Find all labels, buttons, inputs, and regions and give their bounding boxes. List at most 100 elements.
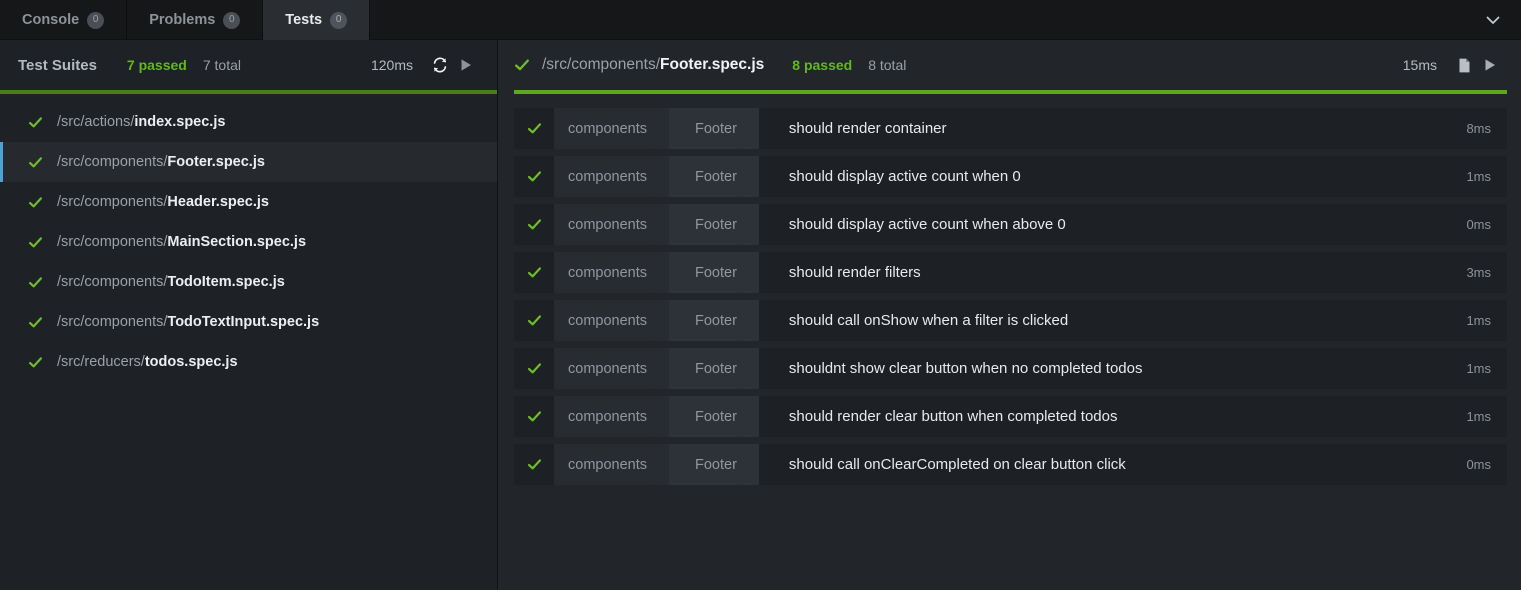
- test-breadcrumb-suite-label: components: [568, 121, 647, 137]
- test-row[interactable]: componentsFootershould call onClearCompl…: [514, 444, 1507, 485]
- tab-console[interactable]: Console 0: [0, 0, 127, 40]
- test-breadcrumb-suite: components: [554, 444, 669, 485]
- test-breadcrumb-suite: components: [554, 108, 669, 149]
- test-duration: 1ms: [1466, 313, 1507, 328]
- test-breadcrumb-describe-label: Footer: [695, 361, 737, 377]
- test-duration: 8ms: [1466, 121, 1507, 136]
- test-breadcrumb-suite: components: [554, 300, 669, 341]
- test-breadcrumb-describe: Footer: [669, 348, 759, 389]
- test-runner-panel: Console 0 Problems 0 Tests 0 Test Suites…: [0, 0, 1521, 590]
- test-breadcrumb-describe: Footer: [669, 300, 759, 341]
- collapse-panel-button[interactable]: [1465, 0, 1521, 39]
- test-row[interactable]: components Footer should render container8…: [514, 108, 1507, 149]
- suite-filename: Footer.spec.js: [167, 154, 265, 170]
- test-status-check-icon: [514, 313, 554, 328]
- test-row[interactable]: componentsFootershould display active co…: [514, 156, 1507, 197]
- test-name: should display active count when above 0: [759, 216, 1467, 233]
- test-breadcrumb-suite: components: [554, 156, 669, 197]
- suite-dir: /src/components/: [57, 274, 167, 290]
- test-breadcrumb-suite-label: components: [568, 409, 647, 425]
- test-breadcrumb-suite-label: components: [568, 457, 647, 473]
- suite-dir: /src/actions/: [57, 114, 134, 130]
- test-breadcrumb-describe: Footer: [669, 444, 759, 485]
- suite-status-check-icon: [28, 195, 43, 210]
- test-duration: 0ms: [1466, 457, 1507, 472]
- test-breadcrumb-suite-label: components: [568, 361, 647, 377]
- suite-status-check-icon: [28, 115, 43, 130]
- tab-problems-badge: 0: [223, 12, 240, 29]
- tab-console-label: Console: [22, 12, 79, 28]
- suite-status-check-icon: [28, 235, 43, 250]
- test-breadcrumb-suite-label: components: [568, 169, 647, 185]
- test-status-check-icon: [514, 409, 554, 424]
- tab-tests[interactable]: Tests 0: [263, 0, 370, 40]
- suite-row[interactable]: /src/components/TodoTextInput.spec.js: [0, 302, 497, 342]
- suite-status-check-icon: [28, 355, 43, 370]
- tests-duration: 15ms: [1403, 57, 1437, 73]
- refresh-icon: [431, 56, 449, 74]
- suite-filename: todos.spec.js: [145, 354, 238, 370]
- play-icon: [458, 57, 474, 73]
- test-status-check-icon: [514, 265, 554, 280]
- chevron-down-icon: [1483, 10, 1503, 30]
- test-duration: 3ms: [1466, 265, 1507, 280]
- suites-progress-bar: [0, 90, 497, 94]
- test-breadcrumb-suite: components: [554, 204, 669, 245]
- test-duration: 1ms: [1466, 169, 1507, 184]
- test-duration: 0ms: [1466, 217, 1507, 232]
- suite-status-check-icon: [514, 57, 530, 73]
- run-suite-button[interactable]: [1477, 52, 1503, 78]
- test-name: shouldnt show clear button when no compl…: [759, 360, 1467, 377]
- suite-row[interactable]: /src/components/TodoItem.spec.js: [0, 262, 497, 302]
- run-all-suites-button[interactable]: [453, 52, 479, 78]
- suite-path: /src/components/MainSection.spec.js: [57, 234, 306, 250]
- suite-row[interactable]: /src/reducers/todos.spec.js: [0, 342, 497, 382]
- tab-problems-label: Problems: [149, 12, 215, 28]
- test-row[interactable]: componentsFootershould render filters3ms: [514, 252, 1507, 293]
- suite-row[interactable]: /src/components/MainSection.spec.js: [0, 222, 497, 262]
- test-name: should render container: [759, 120, 1467, 137]
- suite-path: /src/components/Footer.spec.js: [57, 154, 265, 170]
- suite-filename: TodoTextInput.spec.js: [167, 314, 319, 330]
- suite-status-check-icon: [28, 155, 43, 170]
- test-status-check-icon: [514, 121, 554, 136]
- test-breadcrumb-describe-label: Footer: [695, 313, 737, 329]
- open-file-button[interactable]: [1451, 52, 1477, 78]
- test-breadcrumb-suite: components: [554, 348, 669, 389]
- test-breadcrumb-suite: components: [554, 252, 669, 293]
- tab-console-badge: 0: [87, 12, 104, 29]
- test-duration: 1ms: [1466, 361, 1507, 376]
- suite-path: /src/actions/index.spec.js: [57, 114, 225, 130]
- test-breadcrumb-describe-label: Footer: [695, 409, 737, 425]
- current-suite-dir: /src/components/: [542, 56, 660, 73]
- suite-path: /src/components/Header.spec.js: [57, 194, 269, 210]
- suite-row[interactable]: /src/components/Footer.spec.js: [0, 142, 497, 182]
- suite-filename: index.spec.js: [134, 114, 225, 130]
- test-breadcrumb-describe-label: Footer: [695, 217, 737, 233]
- suite-dir: /src/components/: [57, 194, 167, 210]
- test-row[interactable]: componentsFootershould call onShow when …: [514, 300, 1507, 341]
- suite-path: /src/reducers/todos.spec.js: [57, 354, 238, 370]
- tab-tests-badge: 0: [330, 12, 347, 29]
- refresh-button[interactable]: [427, 52, 453, 78]
- test-name: should render clear button when complete…: [759, 408, 1467, 425]
- suite-filename: TodoItem.spec.js: [167, 274, 284, 290]
- suites-duration: 120ms: [371, 57, 413, 73]
- test-breadcrumb-suite-label: components: [568, 217, 647, 233]
- test-row[interactable]: components Footer should render clear butt…: [514, 396, 1507, 437]
- suite-row[interactable]: /src/actions/index.spec.js: [0, 102, 497, 142]
- test-breadcrumb-describe: Footer: [669, 156, 759, 197]
- test-breadcrumb-suite-label: components: [568, 313, 647, 329]
- tab-problems[interactable]: Problems 0: [127, 0, 263, 40]
- test-detail-panel: /src/components/Footer.spec.js 8 passed …: [498, 40, 1521, 590]
- test-breadcrumb-suite: components: [554, 396, 669, 437]
- test-breadcrumb-describe-label: Footer: [695, 265, 737, 281]
- test-row[interactable]: components Footer should display active co…: [514, 204, 1507, 245]
- tests-total-count: 8 total: [868, 57, 906, 73]
- test-breadcrumb-describe-label: Footer: [695, 121, 737, 137]
- test-breadcrumb-describe-label: Footer: [695, 169, 737, 185]
- test-suites-title: Test Suites: [18, 57, 97, 74]
- suite-row[interactable]: /src/components/Header.spec.js: [0, 182, 497, 222]
- suites-total-count: 7 total: [203, 57, 241, 73]
- test-row[interactable]: components Footer shouldnt show clear butt…: [514, 348, 1507, 389]
